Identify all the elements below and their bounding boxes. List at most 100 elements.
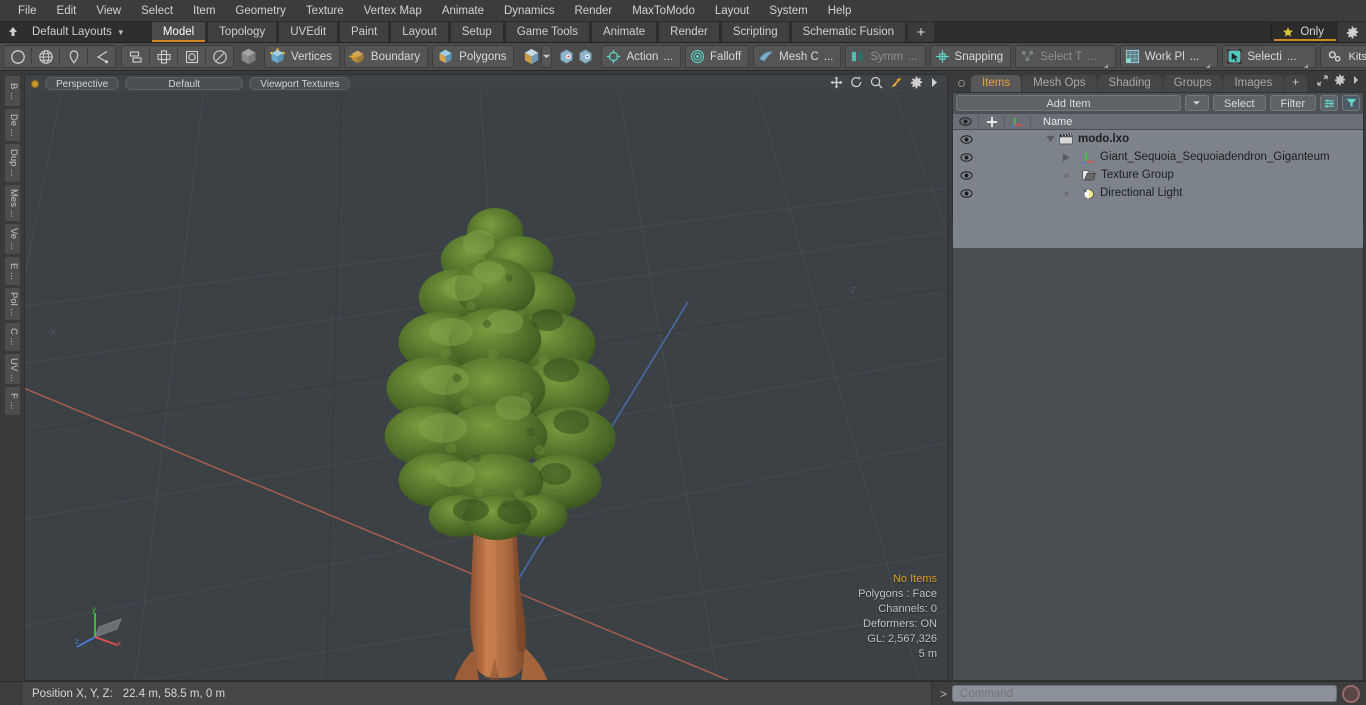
menu-item-item[interactable]: Item	[183, 0, 225, 22]
menu-item-render[interactable]: Render	[564, 0, 622, 22]
falloff-button[interactable]: Falloff	[685, 45, 750, 68]
3d-viewport[interactable]: -x -z No Items Polygons : Face Channels:…	[24, 92, 948, 681]
chevron-right-icon[interactable]	[930, 77, 939, 91]
table-row[interactable]: Giant_Sequoia_Sequoiadendron_Giganteum	[953, 148, 1363, 166]
symmetry-button[interactable]: Symm ...	[845, 45, 926, 68]
row-visibility-eye-icon[interactable]	[953, 188, 979, 198]
menu-item-system[interactable]: System	[759, 0, 817, 22]
select-button[interactable]: Select	[1212, 95, 1266, 111]
panel-chevron-right-icon[interactable]	[1352, 75, 1360, 88]
list-options-icon[interactable]	[1320, 95, 1338, 111]
filter-funnel-icon[interactable]	[1342, 95, 1360, 111]
vtab-basic[interactable]: B ...	[4, 75, 21, 107]
viewport-view-mode-dropdown[interactable]: Perspective	[45, 77, 120, 90]
curve-icon[interactable]	[89, 46, 114, 67]
add-tab-button[interactable]: +	[908, 22, 935, 42]
tab-items[interactable]: Items	[971, 75, 1022, 92]
tab-groups[interactable]: Groups	[1162, 75, 1223, 92]
table-row[interactable]: Directional Light	[953, 184, 1363, 202]
vtab-uv[interactable]: UV ...	[4, 353, 21, 385]
material-dropdown-button[interactable]	[541, 45, 553, 68]
tree-item-mesh[interactable]: Giant_Sequoia_Sequoiadendron_Giganteum	[1082, 151, 1330, 164]
vtab-deform[interactable]: De ...	[4, 108, 21, 142]
add-item-button[interactable]: Add Item	[956, 95, 1181, 111]
only-toggle-button[interactable]: Only	[1271, 22, 1338, 42]
pen-icon[interactable]	[61, 46, 86, 67]
tab-uvedit[interactable]: UVEdit	[278, 22, 339, 42]
fit-icon[interactable]	[890, 76, 903, 92]
viewport-shading-preset-dropdown[interactable]: Default	[125, 77, 244, 90]
rotate-icon[interactable]	[850, 76, 863, 92]
tree-item-texture-group[interactable]: Texture Group	[1082, 169, 1174, 181]
viewport-menu-dot-icon[interactable]	[31, 79, 39, 88]
pan-icon[interactable]	[830, 75, 843, 92]
viewport-texture-mode-dropdown[interactable]: Viewport Textures	[249, 77, 351, 90]
row-visibility-eye-icon[interactable]	[953, 152, 979, 162]
vtab-edge[interactable]: E ...	[4, 256, 21, 286]
menu-item-layout[interactable]: Layout	[705, 0, 760, 22]
home-icon[interactable]	[0, 22, 26, 42]
material-cube-icon[interactable]	[522, 46, 541, 67]
ellipse-icon[interactable]	[207, 46, 232, 67]
row-visibility-eye-icon[interactable]	[953, 134, 979, 144]
selection-sets-button[interactable]: Selecti ...	[1222, 45, 1316, 68]
menu-item-help[interactable]: Help	[818, 0, 862, 22]
work-plane-button[interactable]: Work Pl ...	[1119, 45, 1219, 68]
mesh-constraint-button[interactable]: Mesh C ...	[753, 45, 842, 68]
menu-item-view[interactable]: View	[86, 0, 131, 22]
tab-paint[interactable]: Paint	[339, 22, 390, 42]
action-center-button[interactable]: Action ...	[601, 45, 682, 68]
add-panel-tab-button[interactable]: +	[1284, 75, 1307, 92]
mesh-item-mode-icon[interactable]	[239, 46, 258, 67]
snap-to-edge-icon[interactable]	[576, 46, 595, 67]
expand-panel-icon[interactable]	[1317, 74, 1328, 89]
tree-expander-right-icon[interactable]	[1059, 153, 1073, 162]
table-row[interactable]: Texture Group	[953, 166, 1363, 184]
table-row[interactable]: modo.lxo	[953, 130, 1363, 148]
vtab-curve[interactable]: C ...	[4, 322, 21, 352]
menu-item-edit[interactable]: Edit	[47, 0, 87, 22]
tab-layout[interactable]: Layout	[390, 22, 449, 42]
selection-mode-polygons[interactable]: Polygons	[432, 45, 515, 68]
globe-icon[interactable]	[33, 46, 58, 67]
tab-animate[interactable]: Animate	[590, 22, 658, 42]
tab-model[interactable]: Model	[150, 22, 207, 42]
tab-scripting[interactable]: Scripting	[720, 22, 790, 42]
tab-images[interactable]: Images	[1223, 75, 1284, 92]
snapping-button[interactable]: Snapping	[929, 45, 1012, 68]
tab-setup[interactable]: Setup	[449, 22, 504, 42]
zoom-icon[interactable]	[870, 76, 883, 92]
selection-mode-boundary[interactable]: Boundary	[343, 45, 429, 68]
vtab-polygon[interactable]: Pol ...	[4, 287, 21, 321]
tab-game-tools[interactable]: Game Tools	[504, 22, 590, 42]
tab-schematic-fusion[interactable]: Schematic Fusion	[790, 22, 907, 42]
vtab-fusion[interactable]: F ...	[4, 386, 21, 416]
tree-item-scene[interactable]: modo.lxo	[1059, 133, 1129, 145]
center-icon[interactable]	[151, 46, 176, 67]
panel-gear-icon[interactable]	[1334, 74, 1346, 89]
snap-to-vertex-icon[interactable]	[557, 46, 576, 67]
tab-shading[interactable]: Shading	[1097, 75, 1162, 92]
layout-settings-gear-icon[interactable]	[1338, 22, 1366, 42]
menu-item-maxtomodo[interactable]: MaxToModo	[622, 0, 705, 22]
select-through-button[interactable]: Select T ...	[1015, 45, 1116, 68]
menu-item-file[interactable]: File	[8, 0, 47, 22]
tree-item-directional-light[interactable]: Directional Light	[1082, 187, 1182, 200]
panel-menu-dot-icon[interactable]	[958, 80, 965, 87]
tree-expander-down-icon[interactable]	[1031, 135, 1059, 143]
filter-button[interactable]: Filter	[1269, 95, 1316, 111]
menu-item-texture[interactable]: Texture	[296, 0, 354, 22]
align-icon[interactable]	[123, 46, 148, 67]
tab-render[interactable]: Render	[658, 22, 720, 42]
default-layouts-dropdown[interactable]: Default Layouts ▼	[26, 22, 135, 42]
tab-topology[interactable]: Topology	[207, 22, 278, 42]
tab-mesh-ops[interactable]: Mesh Ops	[1022, 75, 1097, 92]
vtab-mesh-edit[interactable]: Mes ...	[4, 184, 21, 222]
menu-item-animate[interactable]: Animate	[432, 0, 494, 22]
kits-button[interactable]: Kits	[1319, 45, 1366, 68]
menu-item-geometry[interactable]: Geometry	[225, 0, 296, 22]
vtab-vertex[interactable]: Ve ...	[4, 223, 21, 255]
menu-item-select[interactable]: Select	[131, 0, 183, 22]
menu-item-dynamics[interactable]: Dynamics	[494, 0, 564, 22]
selection-mode-vertices[interactable]: Vertices	[264, 45, 340, 68]
